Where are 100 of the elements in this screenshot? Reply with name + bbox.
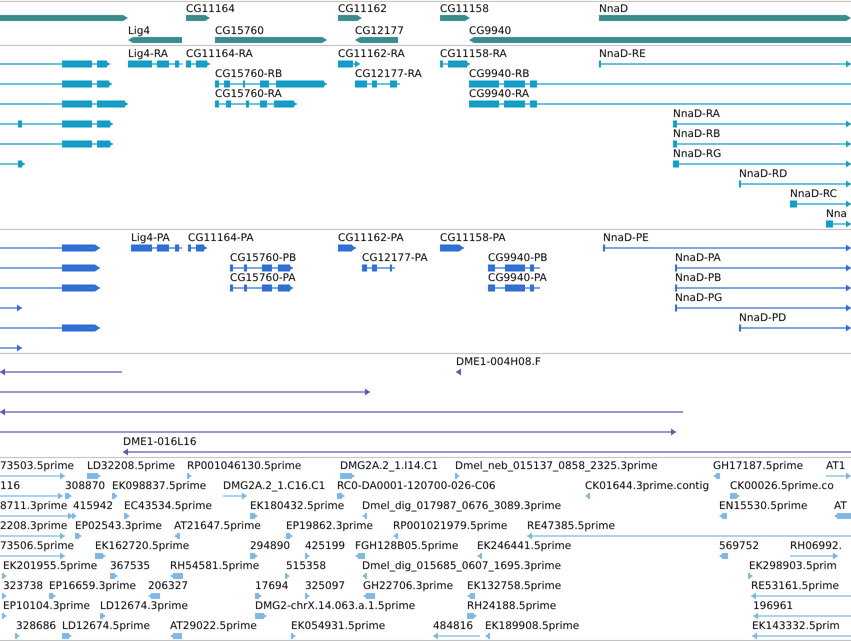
feature-label: NnaD-RG	[673, 148, 722, 160]
feature-label: NnaD-RE	[599, 48, 646, 60]
feature-label: EP10104.3prime	[3, 600, 90, 612]
feature-label: CG11162-PA	[338, 232, 404, 244]
feature-label: CK01644.3prime.contig	[585, 480, 710, 492]
feature-label: AT29022.5prime	[170, 620, 257, 632]
feature-label: Dmel_dig_015685_0607_1695.3prime	[362, 560, 562, 572]
feature-label: CG11158	[440, 3, 489, 15]
feature-label: GH22706.3prime	[363, 580, 454, 592]
feature-label: CG9940-RA	[469, 88, 530, 100]
feature-label: 425199	[305, 540, 346, 552]
feature-label: 367535	[110, 560, 150, 572]
feature-label: 17694	[255, 580, 288, 592]
feature-label: RH06992.	[790, 540, 842, 552]
feature-label: 484816	[433, 620, 474, 632]
feature-label: NnaD-RB	[673, 128, 720, 140]
feature-label: 73506.5prime	[0, 540, 74, 552]
feature-label: EN15530.5prime	[719, 500, 808, 512]
feature-label: 294890	[250, 540, 290, 552]
feature-label: CG12177-PA	[362, 252, 428, 264]
feature-label: 415942	[73, 500, 114, 512]
feature-label: EK143332.5prim	[752, 620, 840, 632]
feature-label: CG12177	[355, 25, 404, 37]
feature-label: CG11158-PA	[440, 232, 506, 244]
feature-label: Lig4-PA	[131, 232, 170, 244]
feature-label: NnaD-PE	[603, 232, 649, 244]
feature-label: EK189908.5prime	[485, 620, 580, 632]
feature-label: 325097	[305, 580, 346, 592]
feature-label: NnaD-PA	[675, 252, 721, 264]
feature-label: Lig4	[128, 25, 150, 37]
feature-label: EK298903.5prim	[749, 560, 837, 572]
feature-label: CG11164-PA	[188, 232, 254, 244]
feature-label: NnaD-RA	[673, 108, 720, 120]
feature-label: NnaD-PG	[675, 292, 722, 304]
feature-label: FGH128B05.5prime	[355, 540, 458, 552]
feature-label: EK246441.5prime	[477, 540, 572, 552]
feature-label: EK098837.5prime	[112, 480, 206, 492]
feature-label: CG9940-RB	[469, 68, 530, 80]
feature-label: Lig4-RA	[128, 48, 168, 60]
feature-label: RH24188.5prime	[467, 600, 556, 612]
feature-label: EK162720.5prime	[95, 540, 190, 552]
feature-label: EK180432.5prime	[250, 500, 344, 512]
feature-label: CG15760-PB	[230, 252, 296, 264]
feature-label: RE53161.5prime	[751, 580, 839, 592]
feature-label: DMG2-chrX.14.063.a.1.5prime	[255, 600, 416, 612]
feature-label: LD12674.5prime	[62, 620, 150, 632]
feature-label: NnaD-PD	[739, 312, 786, 324]
feature-label: EK201955.5prime	[3, 560, 98, 572]
feature-label: GH17187.5prime	[713, 460, 804, 472]
feature-label: CG9940-PB	[488, 252, 548, 264]
feature-label: NnaD-RC	[790, 188, 837, 200]
feature-label: CG12177-RA	[355, 68, 422, 80]
feature-label: 569752	[719, 540, 760, 552]
feature-label: CG9940-PA	[488, 272, 547, 284]
feature-label: EK054931.5prime	[291, 620, 386, 632]
feature-label: Dmel_dig_017987_0676_3089.3prime	[362, 500, 562, 512]
feature-label: CG15760-RB	[215, 68, 282, 80]
feature-label: AT	[834, 500, 847, 512]
feature-label: NnaD-PB	[675, 272, 722, 284]
feature-label: 73503.5prime	[0, 460, 74, 472]
feature-label: 2208.3prime	[0, 520, 68, 532]
feature-label: LD32208.5prime	[87, 460, 175, 472]
feature-label: CG9940	[469, 25, 512, 37]
feature-label: RE47385.5prime	[527, 520, 615, 532]
feature-label: DMG2A.2_1.C16.C1	[223, 480, 326, 492]
feature-label: 515358	[286, 560, 326, 572]
feature-label: DME1-004H08.F	[456, 356, 541, 368]
feature-label: DME1-016L16	[123, 436, 196, 448]
feature-label: NnaD	[599, 3, 628, 15]
feature-label: 308870	[65, 480, 106, 492]
feature-label: EK132758.5prime	[467, 580, 562, 592]
feature-label: CG15760-RA	[215, 88, 282, 100]
feature-label: RC0-DA0001-120700-026-C06	[337, 480, 496, 492]
feature-label: 196961	[753, 600, 794, 612]
feature-label: RP001021979.5prime	[393, 520, 508, 532]
feature-label: EP02543.3prime	[75, 520, 162, 532]
feature-label: 206327	[148, 580, 188, 592]
feature-label: CG11158-RA	[440, 48, 507, 60]
feature-label: 328686	[16, 620, 56, 632]
feature-label: CG11162-RA	[338, 48, 405, 60]
feature-label: Dmel_neb_015137_0858_2325.3prime	[455, 460, 658, 472]
feature-label: DMG2A.2_1.I14.C1	[340, 460, 438, 472]
feature-label: RP001046130.5prime	[187, 460, 302, 472]
feature-label: CG11162	[338, 3, 387, 15]
feature-label: EP16659.3prime	[49, 580, 136, 592]
feature-label: EC43534.5prime	[124, 500, 212, 512]
feature-label: 116	[0, 480, 20, 492]
feature-label: CG11164	[186, 3, 235, 15]
feature-label: CG15760-PA	[230, 272, 296, 284]
feature-label: Nna	[826, 208, 847, 220]
feature-label: 323738	[3, 580, 44, 592]
feature-label: NnaD-RD	[739, 168, 788, 180]
feature-label: CK00026.5prime.co	[730, 480, 834, 492]
feature-label: AT21647.5prime	[174, 520, 261, 532]
feature-label: CG15760	[215, 25, 264, 37]
feature-label: LD12674.3prime	[100, 600, 188, 612]
feature-label: EP19862.3prime	[286, 520, 373, 532]
feature-label: 8711.3prime	[0, 500, 68, 512]
feature-label: RH54581.5prime	[170, 560, 260, 572]
feature-label: AT1	[826, 460, 846, 472]
